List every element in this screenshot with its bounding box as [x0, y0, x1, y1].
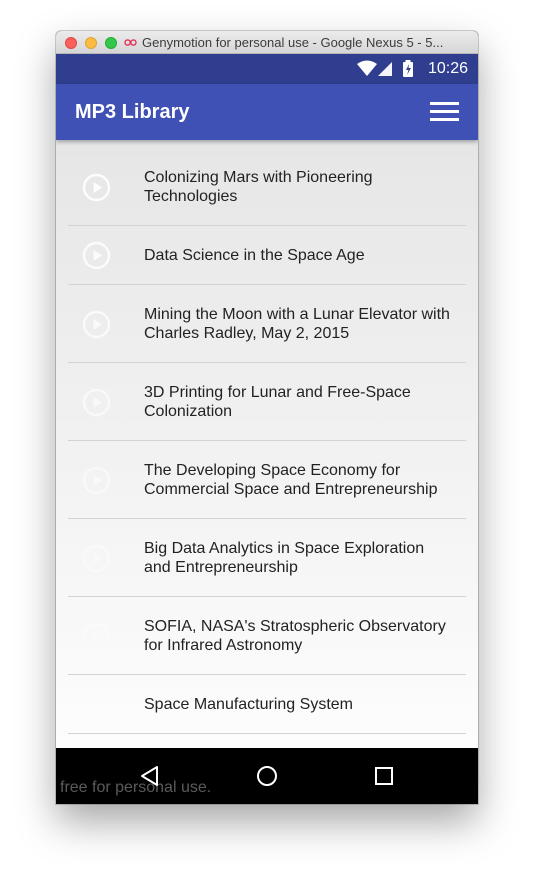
track-row[interactable]: Mining the Moon with a Lunar Elevator wi…	[68, 285, 466, 363]
track-row[interactable]: Space Manufacturing System	[68, 675, 466, 734]
window-title: Genymotion for personal use - Google Nex…	[142, 35, 444, 50]
battery-charging-icon	[403, 60, 413, 77]
track-title: Colonizing Mars with Pioneering Technolo…	[144, 169, 373, 205]
minimize-window-button[interactable]	[85, 37, 97, 49]
app-bar: MP3 Library	[56, 84, 478, 140]
track-title: Space Manufacturing System	[144, 696, 353, 713]
track-row[interactable]: Big Data Analytics in Space Exploration …	[68, 519, 466, 597]
track-row[interactable]: The Developing Space Economy for Commerc…	[68, 441, 466, 519]
track-title: SOFIA, NASA's Stratospheric Observatory …	[144, 618, 446, 654]
emulator-window: Genymotion for personal use - Google Nex…	[56, 31, 478, 804]
window-titlebar: Genymotion for personal use - Google Nex…	[56, 31, 478, 54]
app-title: MP3 Library	[75, 101, 190, 123]
track-title: Mining the Moon with a Lunar Elevator wi…	[144, 306, 450, 342]
track-row[interactable]: Colonizing Mars with Pioneering Technolo…	[68, 148, 466, 226]
watermark-text: free for personal use.	[60, 779, 212, 796]
track-row[interactable]: Data Science in the Space Age	[68, 226, 466, 285]
track-title: 3D Printing for Lunar and Free-Space Col…	[144, 384, 411, 420]
genymotion-logo-icon	[124, 39, 137, 46]
maximize-window-button[interactable]	[105, 37, 117, 49]
play-circle-icon[interactable]	[82, 173, 111, 202]
close-window-button[interactable]	[65, 37, 77, 49]
play-circle-icon[interactable]	[82, 466, 111, 495]
track-list-container[interactable]: Colonizing Mars with Pioneering Technolo…	[56, 140, 478, 748]
play-circle-icon[interactable]	[82, 241, 111, 270]
recents-icon[interactable]	[372, 764, 396, 788]
wifi-icon	[357, 60, 377, 76]
play-circle-icon[interactable]	[82, 622, 111, 651]
track-list: Colonizing Mars with Pioneering Technolo…	[68, 148, 466, 734]
signal-icon	[378, 62, 392, 76]
android-status-bar: 10:26	[56, 54, 478, 84]
play-circle-icon[interactable]	[82, 388, 111, 417]
hamburger-menu-icon[interactable]	[430, 102, 459, 122]
track-row[interactable]: SOFIA, NASA's Stratospheric Observatory …	[68, 597, 466, 675]
track-title: Big Data Analytics in Space Exploration …	[144, 540, 425, 576]
home-icon[interactable]	[255, 764, 279, 788]
play-circle-icon[interactable]	[82, 544, 111, 573]
play-circle-icon[interactable]	[82, 690, 111, 719]
track-title: Data Science in the Space Age	[144, 247, 365, 264]
status-icons	[357, 60, 413, 77]
track-title: The Developing Space Economy for Commerc…	[144, 462, 438, 498]
play-circle-icon[interactable]	[82, 310, 111, 339]
status-time: 10:26	[427, 60, 468, 77]
track-row[interactable]: 3D Printing for Lunar and Free-Space Col…	[68, 363, 466, 441]
